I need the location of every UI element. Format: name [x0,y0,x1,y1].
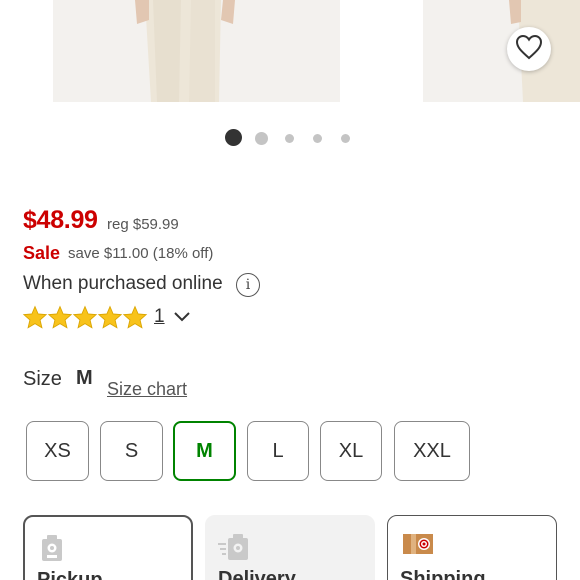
chevron-down-icon[interactable] [172,309,192,330]
fulfillment-title: Delivery [218,568,296,580]
store-pickup-icon [39,533,65,568]
selected-size: M [76,367,93,389]
regular-price: reg $59.99 [107,216,179,233]
star-icon [97,305,123,329]
star-icon [22,305,48,329]
fulfillment-shipping-option[interactable]: Shipping [387,515,557,580]
favorite-button[interactable] [507,27,551,71]
carousel-dot-2[interactable] [255,132,268,145]
size-option-xxl[interactable]: XXL [394,421,470,481]
size-option-s[interactable]: S [100,421,163,481]
fulfillment-title: Pickup [37,569,103,580]
info-icon[interactable]: i [236,273,260,297]
star-icon [72,305,98,329]
fulfillment-pickup-option[interactable]: Pickup [23,515,193,580]
star-icon [47,305,73,329]
online-purchase-note: When purchased online [23,273,223,294]
size-option-xl[interactable]: XL [320,421,382,481]
delivery-icon [216,532,250,567]
fulfillment-title: Shipping [400,568,486,580]
sale-label: Sale [23,243,61,263]
size-chart-link[interactable]: Size chart [107,379,187,400]
heart-outline-icon [515,34,543,65]
product-image-next[interactable] [423,0,580,102]
fulfillment-delivery-option[interactable]: Delivery [205,515,375,580]
product-image-main[interactable] [53,0,340,102]
carousel-indicator [0,129,580,147]
savings-text: save $11.00 (18% off) [68,245,214,262]
carousel-dot-1[interactable] [225,129,242,146]
carousel-dot-5[interactable] [341,134,350,143]
carousel-dot-4[interactable] [313,134,322,143]
shipping-box-icon [402,532,434,561]
size-option-m[interactable]: M [173,421,236,481]
current-price: $48.99 [23,206,98,234]
size-option-l[interactable]: L [247,421,309,481]
product-image-gallery[interactable] [0,0,580,102]
star-icon [122,305,148,329]
carousel-dot-3[interactable] [285,134,294,143]
size-option-xs[interactable]: XS [26,421,89,481]
size-label: Size [23,368,62,390]
review-count-link[interactable]: 1 [154,306,165,328]
